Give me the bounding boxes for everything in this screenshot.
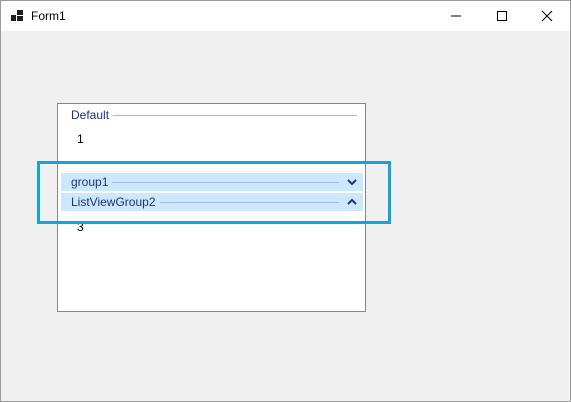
title-bar[interactable]: Form1 — [1, 1, 570, 31]
group-header-label: ListViewGroup2 — [71, 195, 156, 209]
group-header-listviewgroup2[interactable]: ListViewGroup2 — [61, 193, 363, 211]
chevron-down-icon[interactable] — [345, 173, 359, 191]
group-listview[interactable]: Default 1 group1 ListViewGroup2 3 — [57, 103, 366, 312]
form-window: Form1 Default 1 group1 ListViewGroup2 3 — [0, 0, 571, 402]
list-item[interactable]: 3 — [77, 220, 84, 234]
window-title: Form1 — [31, 9, 66, 23]
minimize-button[interactable] — [433, 1, 479, 31]
group-divider-line — [112, 181, 339, 183]
maximize-button[interactable] — [479, 1, 525, 31]
chevron-up-icon[interactable] — [345, 193, 359, 211]
maximize-icon — [497, 11, 507, 21]
group-header-group1[interactable]: group1 — [61, 173, 363, 191]
group-divider-line — [159, 201, 339, 203]
group-header-default[interactable]: Default — [61, 106, 363, 124]
group-divider-line — [113, 114, 357, 116]
minimize-icon — [451, 15, 461, 17]
list-item[interactable]: 1 — [77, 132, 84, 146]
form-app-icon[interactable] — [11, 10, 23, 22]
close-button[interactable] — [524, 1, 570, 31]
close-icon — [541, 10, 553, 22]
group-header-label: group1 — [71, 175, 109, 189]
group-header-label: Default — [71, 108, 110, 122]
